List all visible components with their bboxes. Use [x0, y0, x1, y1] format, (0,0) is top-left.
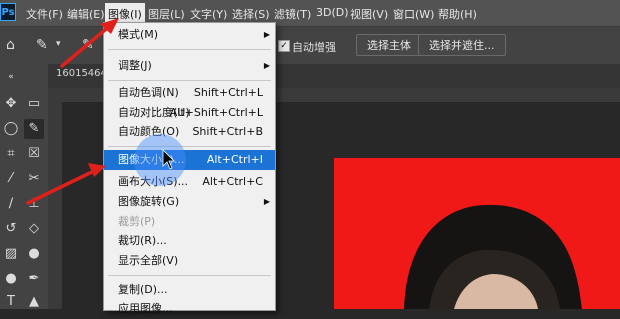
id-photo	[334, 158, 620, 309]
menu-file[interactable]: 文件(F)	[26, 6, 63, 22]
brush-mode-icon[interactable]: ✎	[82, 37, 94, 53]
chevron-down-icon[interactable]: ▾	[56, 39, 61, 49]
menu-type[interactable]: 文字(Y)	[190, 6, 227, 22]
submenu-arrow-icon: ▶	[263, 61, 270, 70]
menu-item-reveal-all[interactable]: 显示全部(V)	[104, 251, 275, 271]
menu-item-crop: 裁剪(P)	[118, 215, 156, 228]
dodge-tool-icon[interactable]: ●	[1, 269, 21, 289]
menu-item-duplicate[interactable]: 复制(D)...	[104, 280, 275, 300]
menu-separator	[108, 80, 271, 81]
stamp-tool-icon[interactable]: ⊥	[24, 194, 44, 214]
crop-tool-icon[interactable]: ⌗	[1, 144, 21, 164]
auto-enhance-checkbox[interactable]: ✓	[278, 40, 290, 52]
collapse-toolbox-icon[interactable]: «	[1, 67, 21, 87]
brush-tool-icon[interactable]: ∕	[1, 194, 21, 214]
options-bar: ⌂ ✎ ▾ ✎ ✓ 自动增强 选择主体 选择并遮住...	[0, 26, 620, 66]
eraser-tool-icon[interactable]: ◇	[24, 219, 44, 239]
menu-3d[interactable]: 3D(D)	[316, 6, 349, 19]
menu-filter[interactable]: 滤镜(T)	[274, 6, 311, 22]
portrait-hair-graphic	[404, 204, 582, 309]
menu-help[interactable]: 帮助(H)	[438, 6, 477, 22]
menu-item-image-size[interactable]: 图像大小(I)... Alt+Ctrl+I	[104, 150, 275, 170]
patch-tool-icon[interactable]: ✂	[24, 169, 44, 189]
select-subject-button[interactable]: 选择主体	[356, 34, 422, 56]
home-icon[interactable]: ⌂	[6, 37, 15, 53]
frame-tool-icon[interactable]: ☒	[24, 144, 44, 164]
artboard-tool-icon[interactable]: ▭	[24, 94, 44, 114]
auto-enhance-label: 自动增强	[292, 41, 336, 54]
eyedropper-tool-icon[interactable]: ⁄	[1, 169, 21, 189]
lasso-tool-icon[interactable]: ◯	[1, 119, 21, 139]
menu-edit[interactable]: 编辑(E)	[67, 6, 105, 22]
submenu-arrow-icon: ▶	[263, 30, 270, 39]
gradient-tool-icon[interactable]: ▨	[1, 244, 21, 264]
menu-select[interactable]: 选择(S)	[232, 6, 270, 22]
menu-item-auto-tone[interactable]: 自动色调(N) Shift+Ctrl+L	[104, 83, 275, 103]
menu-item-adjustments[interactable]: 调整(J) ▶	[104, 56, 275, 76]
menu-item-trim[interactable]: 裁切(R)...	[104, 231, 275, 251]
toolbox: « ✥ ▭ ◯ ✎ ⌗ ☒ ⁄ ✂ ∕ ⊥ ↺ ◇ ▨ ● ● ✒ T ▲	[0, 64, 49, 309]
quick-selection-tool-icon[interactable]: ✎	[24, 119, 44, 139]
menu-layer[interactable]: 图层(L)	[148, 6, 185, 22]
menu-separator	[108, 275, 271, 276]
type-tool-icon[interactable]: T	[1, 292, 21, 312]
menu-item-mode[interactable]: 模式(M) ▶	[104, 25, 275, 45]
image-menu-dropdown: 模式(M) ▶ 调整(J) ▶ 自动色调(N) Shift+Ctrl+L 自动对…	[103, 22, 276, 315]
menu-window[interactable]: 窗口(W)	[393, 6, 434, 22]
menu-view[interactable]: 视图(V)	[350, 6, 388, 22]
select-and-mask-button[interactable]: 选择并遮住...	[418, 34, 506, 56]
menu-item-image-rotation[interactable]: 图像旋转(G) ▶	[104, 192, 275, 212]
menu-item-auto-contrast[interactable]: 自动对比度(U) Alt+Shift+Ctrl+L	[104, 103, 275, 123]
menu-item-canvas-size[interactable]: 画布大小(S)... Alt+Ctrl+C	[104, 172, 275, 192]
submenu-arrow-icon: ▶	[263, 197, 270, 206]
history-brush-tool-icon[interactable]: ↺	[1, 219, 21, 239]
blur-tool-icon[interactable]: ●	[24, 244, 44, 264]
vertical-ruler	[48, 102, 62, 309]
path-selection-tool-icon[interactable]: ▲	[24, 292, 44, 312]
photoshop-logo: Ps	[0, 3, 16, 21]
move-tool-icon[interactable]: ✥	[1, 94, 21, 114]
pen-tool-icon[interactable]: ✒	[24, 269, 44, 289]
menu-bar: Ps 文件(F) 编辑(E) 图像(I) 图层(L) 文字(Y) 选择(S) 滤…	[0, 0, 620, 26]
menu-separator	[108, 146, 271, 147]
menu-item-apply-image[interactable]: 应用图像...	[104, 299, 275, 319]
menu-separator	[108, 49, 271, 50]
quick-selection-tool-icon[interactable]: ✎	[36, 37, 48, 53]
menu-item-auto-color[interactable]: 自动颜色(O) Shift+Ctrl+B	[104, 122, 275, 142]
